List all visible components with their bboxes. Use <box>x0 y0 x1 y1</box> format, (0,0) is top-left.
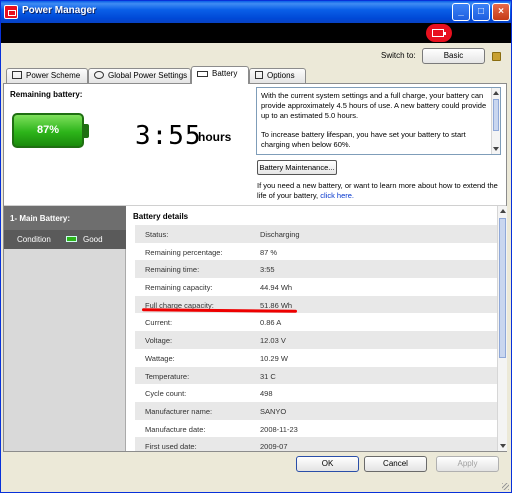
detail-value: 31 C <box>260 371 276 381</box>
scroll-down-icon[interactable] <box>500 444 506 448</box>
detail-value: Discharging <box>260 230 300 239</box>
apply-button[interactable]: Apply <box>436 456 499 472</box>
switch-basic-button[interactable]: Basic <box>422 48 485 64</box>
table-row: First used date: 2009-07 <box>135 437 497 451</box>
tab-global-power-settings[interactable]: Global Power Settings <box>88 68 191 83</box>
tab-options[interactable]: Options <box>249 68 306 83</box>
main-battery-item[interactable]: 1- Main Battery: <box>4 206 126 230</box>
power-scheme-icon <box>12 71 22 79</box>
condition-row: Condition Good <box>4 230 126 249</box>
table-row: Temperature: 31 C <box>135 366 497 385</box>
tab-power-scheme[interactable]: Power Scheme <box>6 68 88 83</box>
tab-battery[interactable]: Battery <box>191 66 249 84</box>
scroll-up-icon[interactable] <box>500 209 506 213</box>
gear-icon <box>94 71 104 79</box>
resize-grip-icon[interactable] <box>502 483 509 490</box>
battery-maintenance-button[interactable]: Battery Maintenance... <box>257 160 337 175</box>
battery-good-icon <box>66 236 77 242</box>
info-paragraph: To increase battery lifespan, you have s… <box>261 130 466 149</box>
scroll-up-icon[interactable] <box>493 91 499 95</box>
table-row: Manufacture date: 2008-11-23 <box>135 420 497 438</box>
detail-key: Remaining percentage: <box>145 247 223 257</box>
battery-info-text: With the current system settings and a f… <box>261 91 487 154</box>
detail-key: Temperature: <box>145 371 190 381</box>
scroll-thumb[interactable] <box>499 218 506 358</box>
help-icon[interactable] <box>492 52 501 61</box>
detail-value: 2009-07 <box>260 442 288 451</box>
detail-key: Wattage: <box>145 353 175 363</box>
detail-value: 44.94 Wh <box>260 283 293 293</box>
tab-label: Battery <box>212 69 238 78</box>
detail-value: 51.86 Wh <box>260 300 293 310</box>
extend-battery-text: If you need a new battery, or want to le… <box>257 181 502 201</box>
condition-label: Condition <box>17 235 51 244</box>
main-battery-label: 1- Main Battery: <box>10 214 71 223</box>
cancel-button[interactable]: Cancel <box>364 456 427 472</box>
table-row: Remaining time: 3:55 <box>135 260 497 279</box>
info-scrollbar[interactable] <box>491 88 500 154</box>
table-row: Remaining percentage: 87 % <box>135 243 497 261</box>
switch-to-label: Switch to: <box>381 51 416 60</box>
detail-key: Remaining capacity: <box>145 283 213 293</box>
brand-bar <box>1 23 511 43</box>
scroll-down-icon[interactable] <box>493 147 499 151</box>
detail-value: 3:55 <box>260 265 275 275</box>
tab-label: Options <box>267 71 295 80</box>
detail-key: Status: <box>145 230 169 239</box>
table-row: Wattage: 10.29 W <box>135 349 497 367</box>
close-button[interactable]: × <box>492 3 510 21</box>
condition-value: Good <box>83 235 103 244</box>
title-bar[interactable]: Power Manager _ □ × <box>1 1 511 23</box>
detail-value: 10.29 W <box>260 353 288 363</box>
checkbox-icon <box>255 71 263 79</box>
detail-key: Current: <box>145 318 173 328</box>
detail-value: 0.86 A <box>260 318 282 328</box>
tab-label: Global Power Settings <box>108 71 188 80</box>
table-row: Status: Discharging <box>135 225 497 243</box>
detail-value: SANYO <box>260 406 287 416</box>
battery-details-title: Battery details <box>133 212 189 221</box>
detail-key: Remaining time: <box>145 265 200 275</box>
detail-key: Cycle count: <box>145 389 187 399</box>
remaining-battery-label: Remaining battery: <box>10 90 83 99</box>
table-row: Voltage: 12.03 V <box>135 331 497 349</box>
detail-value: 2008-11-23 <box>260 424 298 434</box>
details-scrollbar[interactable] <box>497 206 507 451</box>
minimize-button[interactable]: _ <box>452 3 470 21</box>
remaining-time-unit: hours <box>198 130 232 144</box>
detail-key: Manufacture date: <box>145 424 206 434</box>
ok-button[interactable]: OK <box>296 456 359 472</box>
detail-value: 12.03 V <box>260 336 286 346</box>
maximize-button[interactable]: □ <box>472 3 490 21</box>
detail-key: Manufacturer name: <box>145 406 213 416</box>
click-here-link[interactable]: click here. <box>320 191 354 200</box>
battery-percent: 87% <box>36 124 60 136</box>
detail-key: First used date: <box>145 442 197 451</box>
battery-info-box[interactable]: With the current system settings and a f… <box>256 87 501 155</box>
table-row: Manufacturer name: SANYO <box>135 401 497 420</box>
table-row: Current: 0.86 A <box>135 313 497 331</box>
battery-icon <box>197 71 208 77</box>
battery-details-table: Status: Discharging Remaining percentage:… <box>135 225 497 451</box>
tab-label: Power Scheme <box>26 71 81 80</box>
battery-level-icon: 87% <box>12 113 89 148</box>
table-row: Remaining capacity: 44.94 Wh <box>135 278 497 296</box>
detail-key: Voltage: <box>145 336 173 346</box>
scroll-thumb[interactable] <box>493 99 499 131</box>
remaining-time: 3:55 <box>135 121 202 151</box>
info-paragraph: With the current system settings and a f… <box>261 91 487 120</box>
detail-value: 87 % <box>260 247 278 257</box>
extend-text: If you need a new battery, or want to le… <box>257 181 498 200</box>
app-battery-icon <box>4 5 18 19</box>
table-row: Cycle count: 498 <box>135 384 497 402</box>
detail-value: 498 <box>260 389 273 399</box>
battery-status-icon <box>426 24 452 42</box>
window-title: Power Manager <box>22 5 96 16</box>
